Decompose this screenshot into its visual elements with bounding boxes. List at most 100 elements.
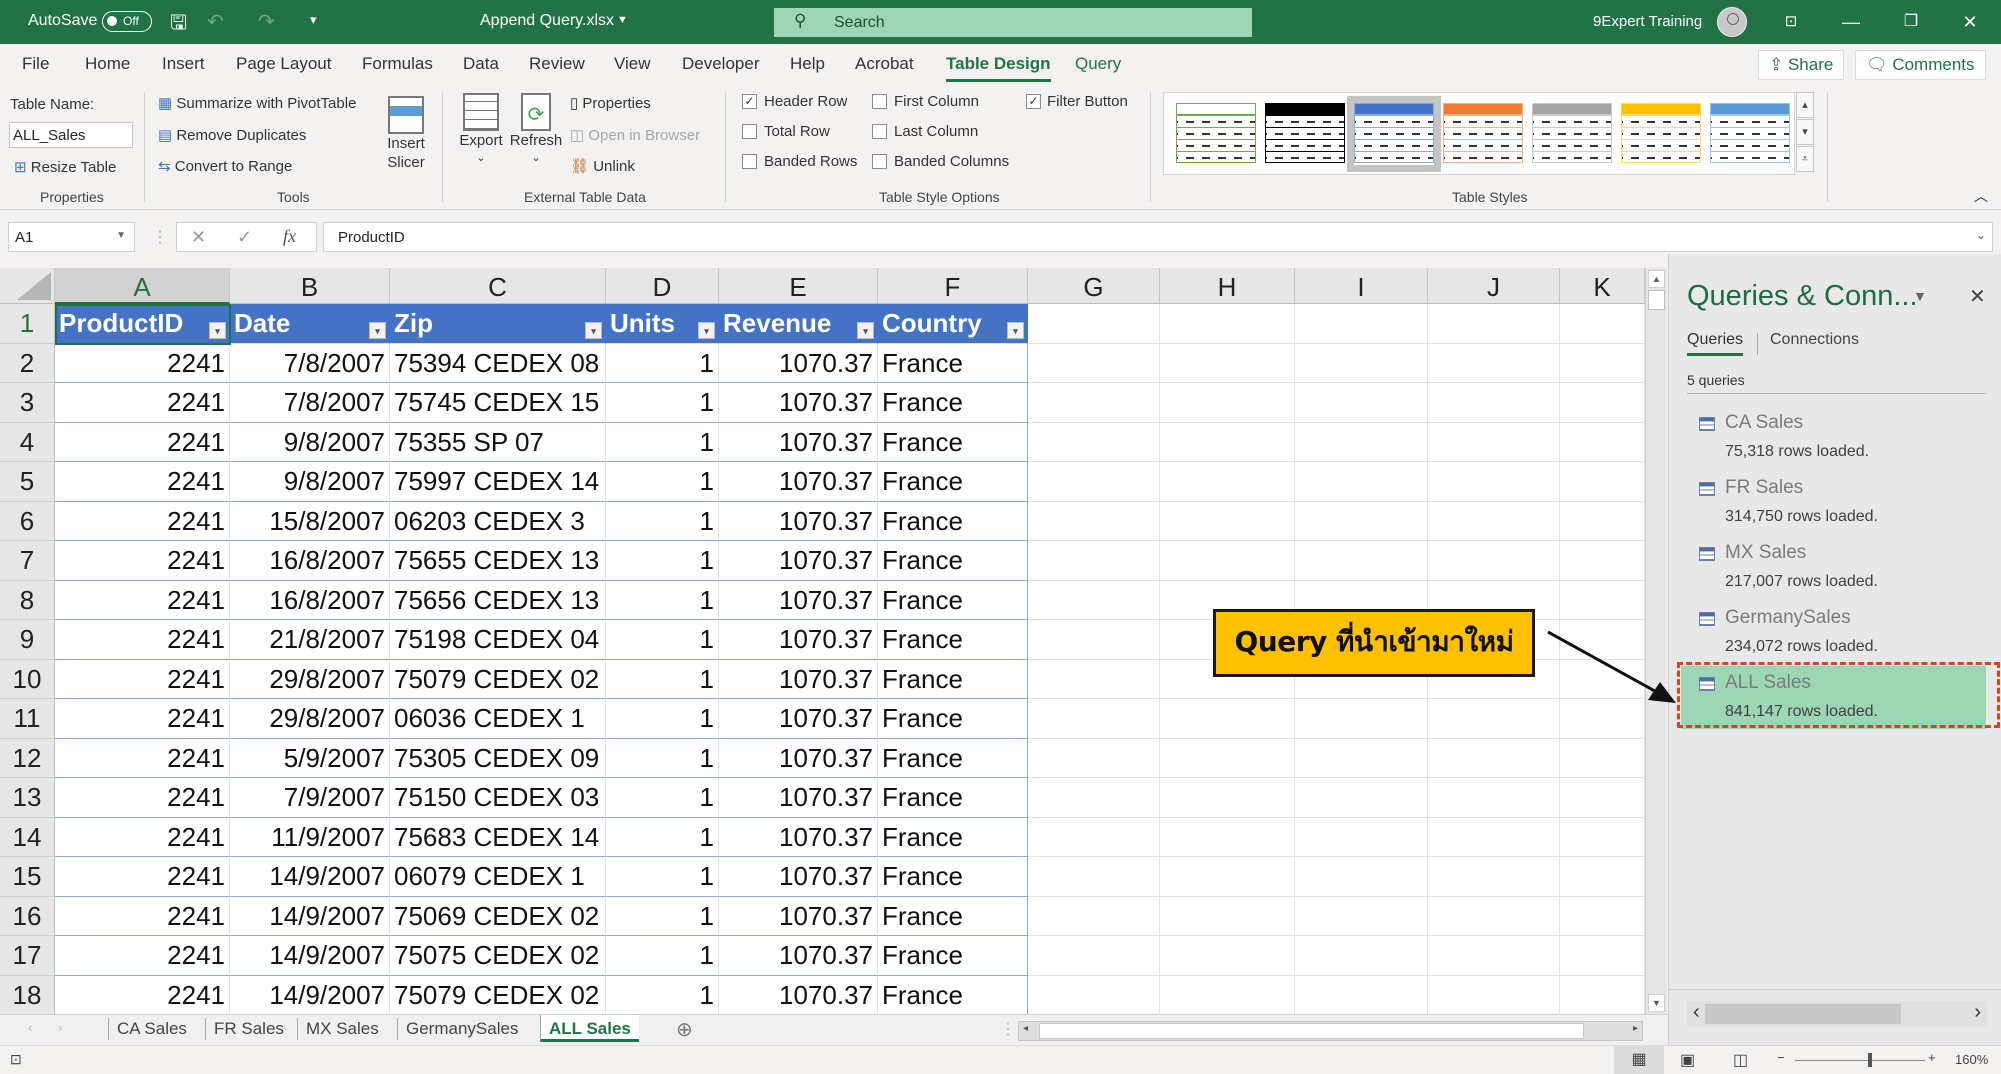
table-cell[interactable]: 1 <box>606 778 719 818</box>
column-header-e[interactable]: E <box>719 268 878 304</box>
table-cell[interactable]: 75655 CEDEX 13 <box>390 541 606 581</box>
table-cell[interactable]: 1 <box>606 817 719 857</box>
empty-cell[interactable] <box>1160 462 1295 502</box>
pane-scroll-right-icon[interactable]: › <box>1974 1001 1981 1024</box>
table-cell[interactable]: 1070.37 <box>719 778 878 818</box>
table-cell[interactable]: 1070.37 <box>719 422 878 462</box>
sheet-tab-all-sales[interactable]: ALL Sales <box>540 1015 639 1042</box>
table-cell[interactable]: 29/8/2007 <box>230 659 390 699</box>
convert-to-range-button[interactable]: ⇆ Convert to Range <box>158 157 292 175</box>
filter-button-checkbox[interactable]: ✓ <box>1026 94 1041 109</box>
banded-rows-checkbox[interactable] <box>742 154 757 169</box>
name-box[interactable]: A1 ▼ <box>8 222 135 252</box>
table-header-cell[interactable]: Units ▾ <box>606 304 719 344</box>
enter-formula-icon[interactable]: ✓ <box>237 227 252 248</box>
column-header-f[interactable]: F <box>878 268 1028 304</box>
page-layout-view-icon[interactable]: ▣ <box>1680 1050 1695 1070</box>
table-cell[interactable]: 1070.37 <box>719 620 878 660</box>
table-cell[interactable]: 1070.37 <box>719 462 878 502</box>
table-cell[interactable]: 7/8/2007 <box>230 383 390 423</box>
accessibility-icon[interactable]: ⊡ <box>10 1051 22 1068</box>
empty-cell[interactable] <box>1560 857 1645 897</box>
select-all-corner[interactable] <box>0 268 55 304</box>
row-header[interactable]: 17 <box>0 936 55 976</box>
row-header[interactable]: 8 <box>0 580 55 620</box>
close-window-icon[interactable]: ✕ <box>1955 8 1985 36</box>
table-cell[interactable]: 2241 <box>55 383 230 423</box>
tab-review[interactable]: Review <box>529 54 585 74</box>
empty-cell[interactable] <box>1160 383 1295 423</box>
table-cell[interactable]: 2241 <box>55 620 230 660</box>
empty-cell[interactable] <box>1028 817 1160 857</box>
tab-split-handle[interactable]: ⋮ <box>1000 1019 1016 1039</box>
empty-cell[interactable] <box>1160 936 1295 976</box>
tab-queries[interactable]: Queries <box>1687 331 1744 356</box>
scroll-left-icon[interactable]: ◂ <box>1023 1023 1028 1034</box>
table-cell[interactable]: 15/8/2007 <box>230 501 390 541</box>
empty-cell[interactable] <box>1428 383 1560 423</box>
empty-cell[interactable] <box>1295 541 1428 581</box>
search-box[interactable]: ⚲ Search <box>774 8 1252 37</box>
table-cell[interactable]: 06036 CEDEX 1 <box>390 699 606 739</box>
filter-dropdown-icon[interactable]: ▾ <box>585 321 602 339</box>
filter-dropdown-icon[interactable]: ▾ <box>209 321 226 339</box>
table-cell[interactable]: 1070.37 <box>719 975 878 1014</box>
share-button[interactable]: ⇪ Share <box>1758 50 1845 80</box>
unlink-button[interactable]: ⛓ Unlink <box>570 157 635 175</box>
table-cell[interactable]: 1070.37 <box>719 817 878 857</box>
table-cell[interactable]: 1 <box>606 383 719 423</box>
sheet-tab-ca-sales[interactable]: CA Sales <box>108 1018 195 1040</box>
row-header[interactable]: 9 <box>0 620 55 660</box>
tab-insert[interactable]: Insert <box>162 54 205 74</box>
save-icon[interactable]: 🖫 <box>170 8 187 42</box>
scroll-up-icon[interactable]: ▲ <box>1648 270 1665 288</box>
column-header-c[interactable]: C <box>390 268 606 304</box>
row-header[interactable]: 10 <box>0 659 55 699</box>
table-cell[interactable]: 1 <box>606 936 719 976</box>
row-header[interactable]: 15 <box>0 857 55 897</box>
table-cell[interactable]: 75075 CEDEX 02 <box>390 936 606 976</box>
row-header[interactable]: 3 <box>0 383 55 423</box>
collapse-ribbon-icon[interactable]: ︿ <box>1974 186 1988 206</box>
total-row-checkbox[interactable] <box>742 124 757 139</box>
table-header-cell[interactable]: ProductID ▾ <box>55 304 230 344</box>
empty-cell[interactable] <box>1560 501 1645 541</box>
table-cell[interactable]: 1 <box>606 620 719 660</box>
table-cell[interactable]: France <box>878 778 1028 818</box>
empty-cell[interactable] <box>1295 857 1428 897</box>
column-header-a[interactable]: A <box>55 268 230 304</box>
tab-connections[interactable]: Connections <box>1770 331 1859 349</box>
tab-formulas[interactable]: Formulas <box>362 54 433 74</box>
row-header[interactable]: 7 <box>0 541 55 581</box>
table-cell[interactable]: France <box>878 896 1028 936</box>
table-style-swatch[interactable] <box>1710 103 1790 165</box>
empty-cell[interactable] <box>1160 541 1295 581</box>
table-cell[interactable]: 21/8/2007 <box>230 620 390 660</box>
row-header[interactable]: 16 <box>0 896 55 936</box>
column-header-k[interactable]: K <box>1560 268 1645 304</box>
empty-cell[interactable] <box>1428 857 1560 897</box>
empty-cell[interactable] <box>1160 896 1295 936</box>
table-cell[interactable]: 1070.37 <box>719 501 878 541</box>
tab-home[interactable]: Home <box>85 54 130 74</box>
table-cell[interactable]: 1 <box>606 462 719 502</box>
table-cell[interactable]: 2241 <box>55 857 230 897</box>
tab-view[interactable]: View <box>614 54 651 74</box>
empty-cell[interactable] <box>1028 620 1160 660</box>
tab-query[interactable]: Query <box>1075 54 1121 74</box>
query-item-mx-sales[interactable]: MX Sales 217,007 rows loaded. <box>1691 536 1986 599</box>
filter-dropdown-icon[interactable]: ▾ <box>857 321 874 339</box>
table-cell[interactable]: 1 <box>606 580 719 620</box>
empty-cell[interactable] <box>1295 936 1428 976</box>
table-header-cell[interactable]: Country ▾ <box>878 304 1028 344</box>
table-cell[interactable]: France <box>878 580 1028 620</box>
table-cell[interactable]: 1070.37 <box>719 896 878 936</box>
table-cell[interactable]: 2241 <box>55 659 230 699</box>
empty-cell[interactable] <box>1428 462 1560 502</box>
column-header-d[interactable]: D <box>606 268 719 304</box>
prev-sheet-icon[interactable]: ‹ <box>28 1020 32 1035</box>
query-item-germanysales[interactable]: GermanySales 234,072 rows loaded. <box>1691 601 1986 664</box>
empty-cell[interactable] <box>1560 462 1645 502</box>
empty-cell[interactable] <box>1295 778 1428 818</box>
zoom-out-icon[interactable]: − <box>1777 1050 1785 1065</box>
